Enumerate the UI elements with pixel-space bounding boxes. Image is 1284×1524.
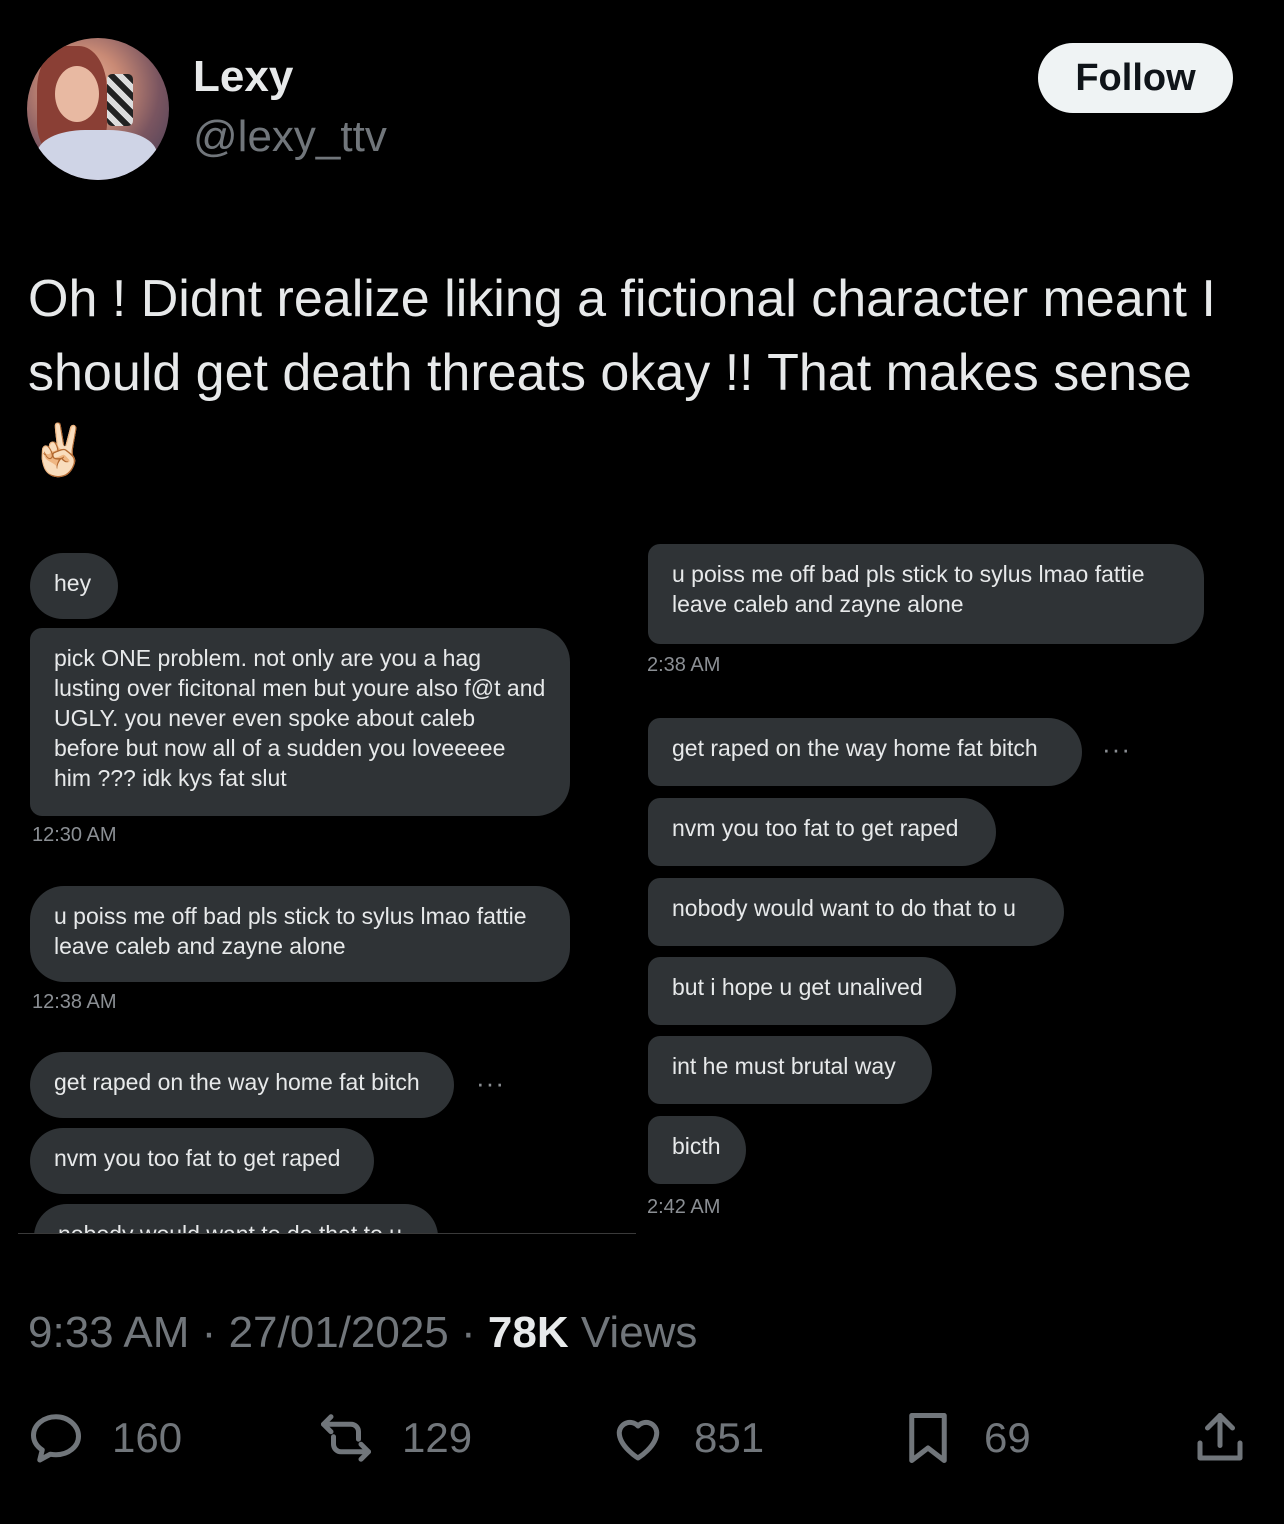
message-bubble: u poiss me off bad pls stick to sylus lm… [30,886,570,982]
message-bubble: but i hope u get unalived [648,957,956,1025]
avatar-shirt [37,130,157,180]
repost-count: 129 [402,1414,473,1461]
tweet-text: Oh ! Didnt realize liking a fictional ch… [28,262,1258,487]
attached-image-right[interactable]: u poiss me off bad pls stick to sylus lm… [640,536,1240,1236]
message-time: 2:38 AM [647,654,721,676]
views-label: Views [580,1308,698,1357]
message-bubble: u poiss me off bad pls stick to sylus lm… [648,544,1204,644]
like-count: 851 [694,1414,765,1461]
share-button[interactable] [1190,1408,1250,1468]
avatar-face [55,66,99,122]
message-time: 12:30 AM [32,824,117,846]
bookmark-count: 69 [984,1414,1031,1461]
victory-hand-emoji: ✌🏻 [28,422,91,479]
bookmark-button[interactable]: 69 [898,1408,1031,1468]
tweet-date[interactable]: 27/01/2025 [229,1308,449,1357]
more-options-icon[interactable]: ··· [1102,734,1131,765]
message-bubble: get raped on the way home fat bitch [648,718,1082,786]
separator-dot: · [201,1308,229,1357]
message-bubble: nvm you too fat to get raped [648,798,996,866]
reply-count: 160 [112,1414,183,1461]
heart-icon [616,1419,660,1461]
message-bubble: pick ONE problem. not only are you a hag… [30,628,570,816]
separator-dot: · [461,1308,488,1357]
bookmark-icon [909,1413,947,1463]
message-time: 12:38 AM [32,991,117,1013]
repost-icon [321,1414,371,1462]
tweet-body: Oh ! Didnt realize liking a fictional ch… [28,270,1216,402]
author-handle[interactable]: @lexy_ttv [193,112,387,162]
message-bubble: bicth [648,1116,746,1184]
message-bubble: int he must brutal way [648,1036,932,1104]
attached-image-left[interactable]: hey pick ONE problem. not only are you a… [18,540,636,1234]
follow-button[interactable]: Follow [1038,43,1233,113]
reply-button[interactable]: 160 [26,1408,182,1468]
message-bubble: get raped on the way home fat bitch [30,1052,454,1118]
author-name[interactable]: Lexy [193,52,293,102]
tweet-meta: 9:33 AM · 27/01/2025 · 78K Views [28,1308,697,1358]
message-bubble: nobody would want to do that to u [648,878,1064,946]
views-count: 78K [487,1308,569,1357]
message-time: 2:42 AM [647,1196,721,1218]
message-bubble: nobody would want to do that to u [34,1204,438,1233]
message-bubble: nvm you too fat to get raped [30,1128,374,1194]
avatar[interactable] [27,38,169,180]
repost-button[interactable]: 129 [316,1408,472,1468]
like-button[interactable]: 851 [608,1408,764,1468]
more-options-icon[interactable]: ··· [476,1068,505,1099]
share-icon [1197,1413,1243,1461]
avatar-phone [107,74,133,126]
message-bubble: hey [30,553,118,619]
reply-icon [31,1414,81,1463]
tweet-time[interactable]: 9:33 AM [28,1308,189,1357]
